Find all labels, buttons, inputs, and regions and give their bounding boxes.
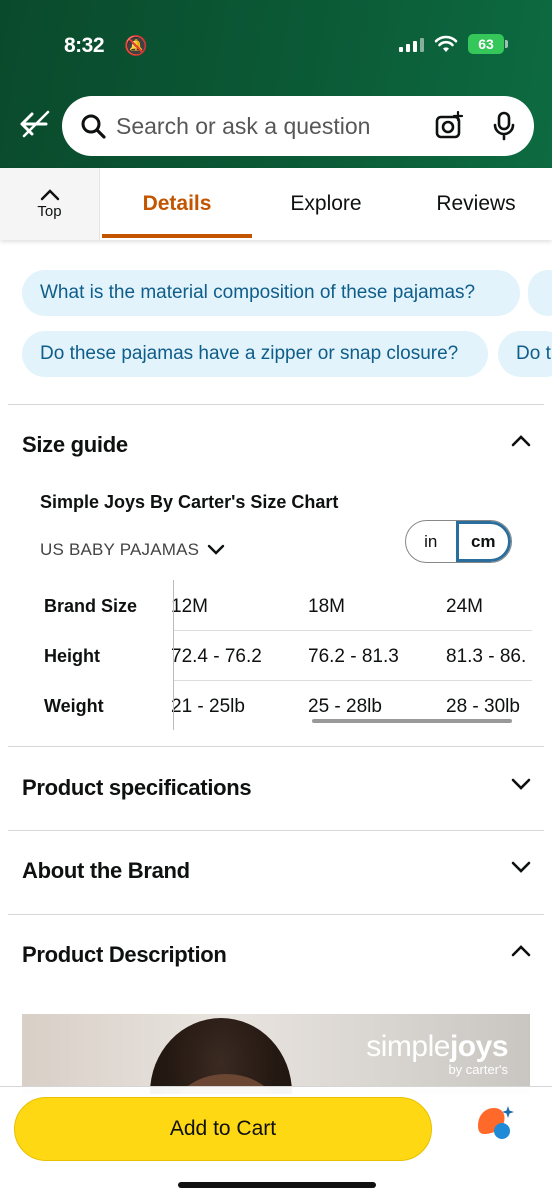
unit-toggle: in cm: [405, 520, 512, 563]
microphone-icon[interactable]: [492, 111, 516, 141]
tab-top[interactable]: Top: [0, 168, 100, 240]
tab-explore[interactable]: Explore: [252, 168, 400, 240]
unit-cm-option[interactable]: cm: [455, 521, 511, 562]
search-bar[interactable]: [62, 96, 534, 156]
product-description-image: simplejoys by carter's: [22, 1014, 530, 1094]
row-label-weight: Weight: [44, 696, 104, 716]
table-cell: 12M: [171, 596, 208, 617]
chevron-up-icon[interactable]: [510, 430, 532, 452]
table-cell: 24M: [446, 596, 483, 617]
question-chip[interactable]: What is the material composition of thes…: [22, 270, 520, 316]
question-chip-partial[interactable]: Do t: [498, 331, 552, 377]
back-arrow-icon[interactable]: [16, 104, 56, 144]
table-cell: 25 - 28lb: [308, 696, 382, 717]
size-guide-title[interactable]: Size guide: [22, 432, 128, 458]
question-chip-partial[interactable]: [528, 270, 552, 316]
tab-details[interactable]: Details: [102, 168, 252, 240]
size-table: Brand Size Height Weight 12M 18M 24M 72.…: [40, 580, 532, 730]
chevron-down-icon[interactable]: [510, 773, 532, 795]
active-tab-indicator: [102, 234, 252, 238]
table-cell: 72.4 - 76.2: [171, 646, 262, 667]
size-chart-category: US BABY PAJAMAS: [40, 540, 200, 559]
tab-reviews[interactable]: Reviews: [400, 168, 552, 240]
row-label-height: Height: [44, 646, 100, 666]
unit-in-option[interactable]: in: [406, 521, 456, 562]
table-cell: 18M: [308, 596, 345, 617]
simple-joys-logo: simplejoys by carter's: [366, 1030, 508, 1077]
battery-level: 63: [478, 36, 494, 52]
chevron-down-icon: [208, 544, 225, 555]
camera-search-icon[interactable]: [434, 111, 464, 141]
table-horizontal-scrollbar[interactable]: [312, 719, 512, 723]
app-header: 8:32 🔕 63: [0, 0, 552, 168]
battery-icon: 63: [468, 34, 508, 54]
chevron-up-icon: [40, 188, 59, 200]
table-cell: 76.2 - 81.3: [308, 646, 399, 667]
cellular-signal-icon: [399, 36, 424, 52]
status-indicators: 63: [399, 34, 508, 54]
table-cell: 81.3 - 86.: [446, 646, 527, 667]
size-chart-title: Simple Joys By Carter's Size Chart: [40, 492, 339, 512]
product-specifications-title[interactable]: Product specifications: [22, 775, 252, 801]
status-time: 8:32: [64, 34, 105, 57]
size-chart-category-dropdown[interactable]: US BABY PAJAMAS: [40, 540, 225, 560]
table-frozen-column-divider: [173, 580, 174, 730]
wifi-icon: [434, 35, 458, 52]
detail-tabs: Top Details Explore Reviews: [0, 168, 552, 240]
home-indicator: [178, 1182, 376, 1188]
table-row-divider: [174, 630, 532, 631]
search-input[interactable]: [116, 112, 434, 140]
product-description-title[interactable]: Product Description: [22, 942, 227, 968]
chevron-up-icon[interactable]: [510, 940, 532, 962]
section-divider: [8, 746, 544, 747]
search-icon: [81, 114, 106, 139]
table-row-divider: [174, 680, 532, 681]
section-divider: [8, 914, 544, 915]
add-to-cart-button[interactable]: Add to Cart: [14, 1097, 432, 1161]
section-divider: [8, 830, 544, 831]
chevron-down-icon[interactable]: [510, 856, 532, 878]
row-label-brand-size: Brand Size: [44, 596, 138, 616]
about-the-brand-title[interactable]: About the Brand: [22, 858, 190, 884]
rufus-assistant-icon[interactable]: [474, 1104, 514, 1140]
table-cell: 28 - 30lb: [446, 696, 520, 717]
table-cell: 21 - 25lb: [171, 696, 245, 717]
question-chip[interactable]: Do these pajamas have a zipper or snap c…: [22, 331, 488, 377]
section-divider: [8, 404, 544, 405]
tab-top-label: Top: [37, 202, 62, 220]
silent-bell-icon: 🔕: [124, 36, 148, 57]
